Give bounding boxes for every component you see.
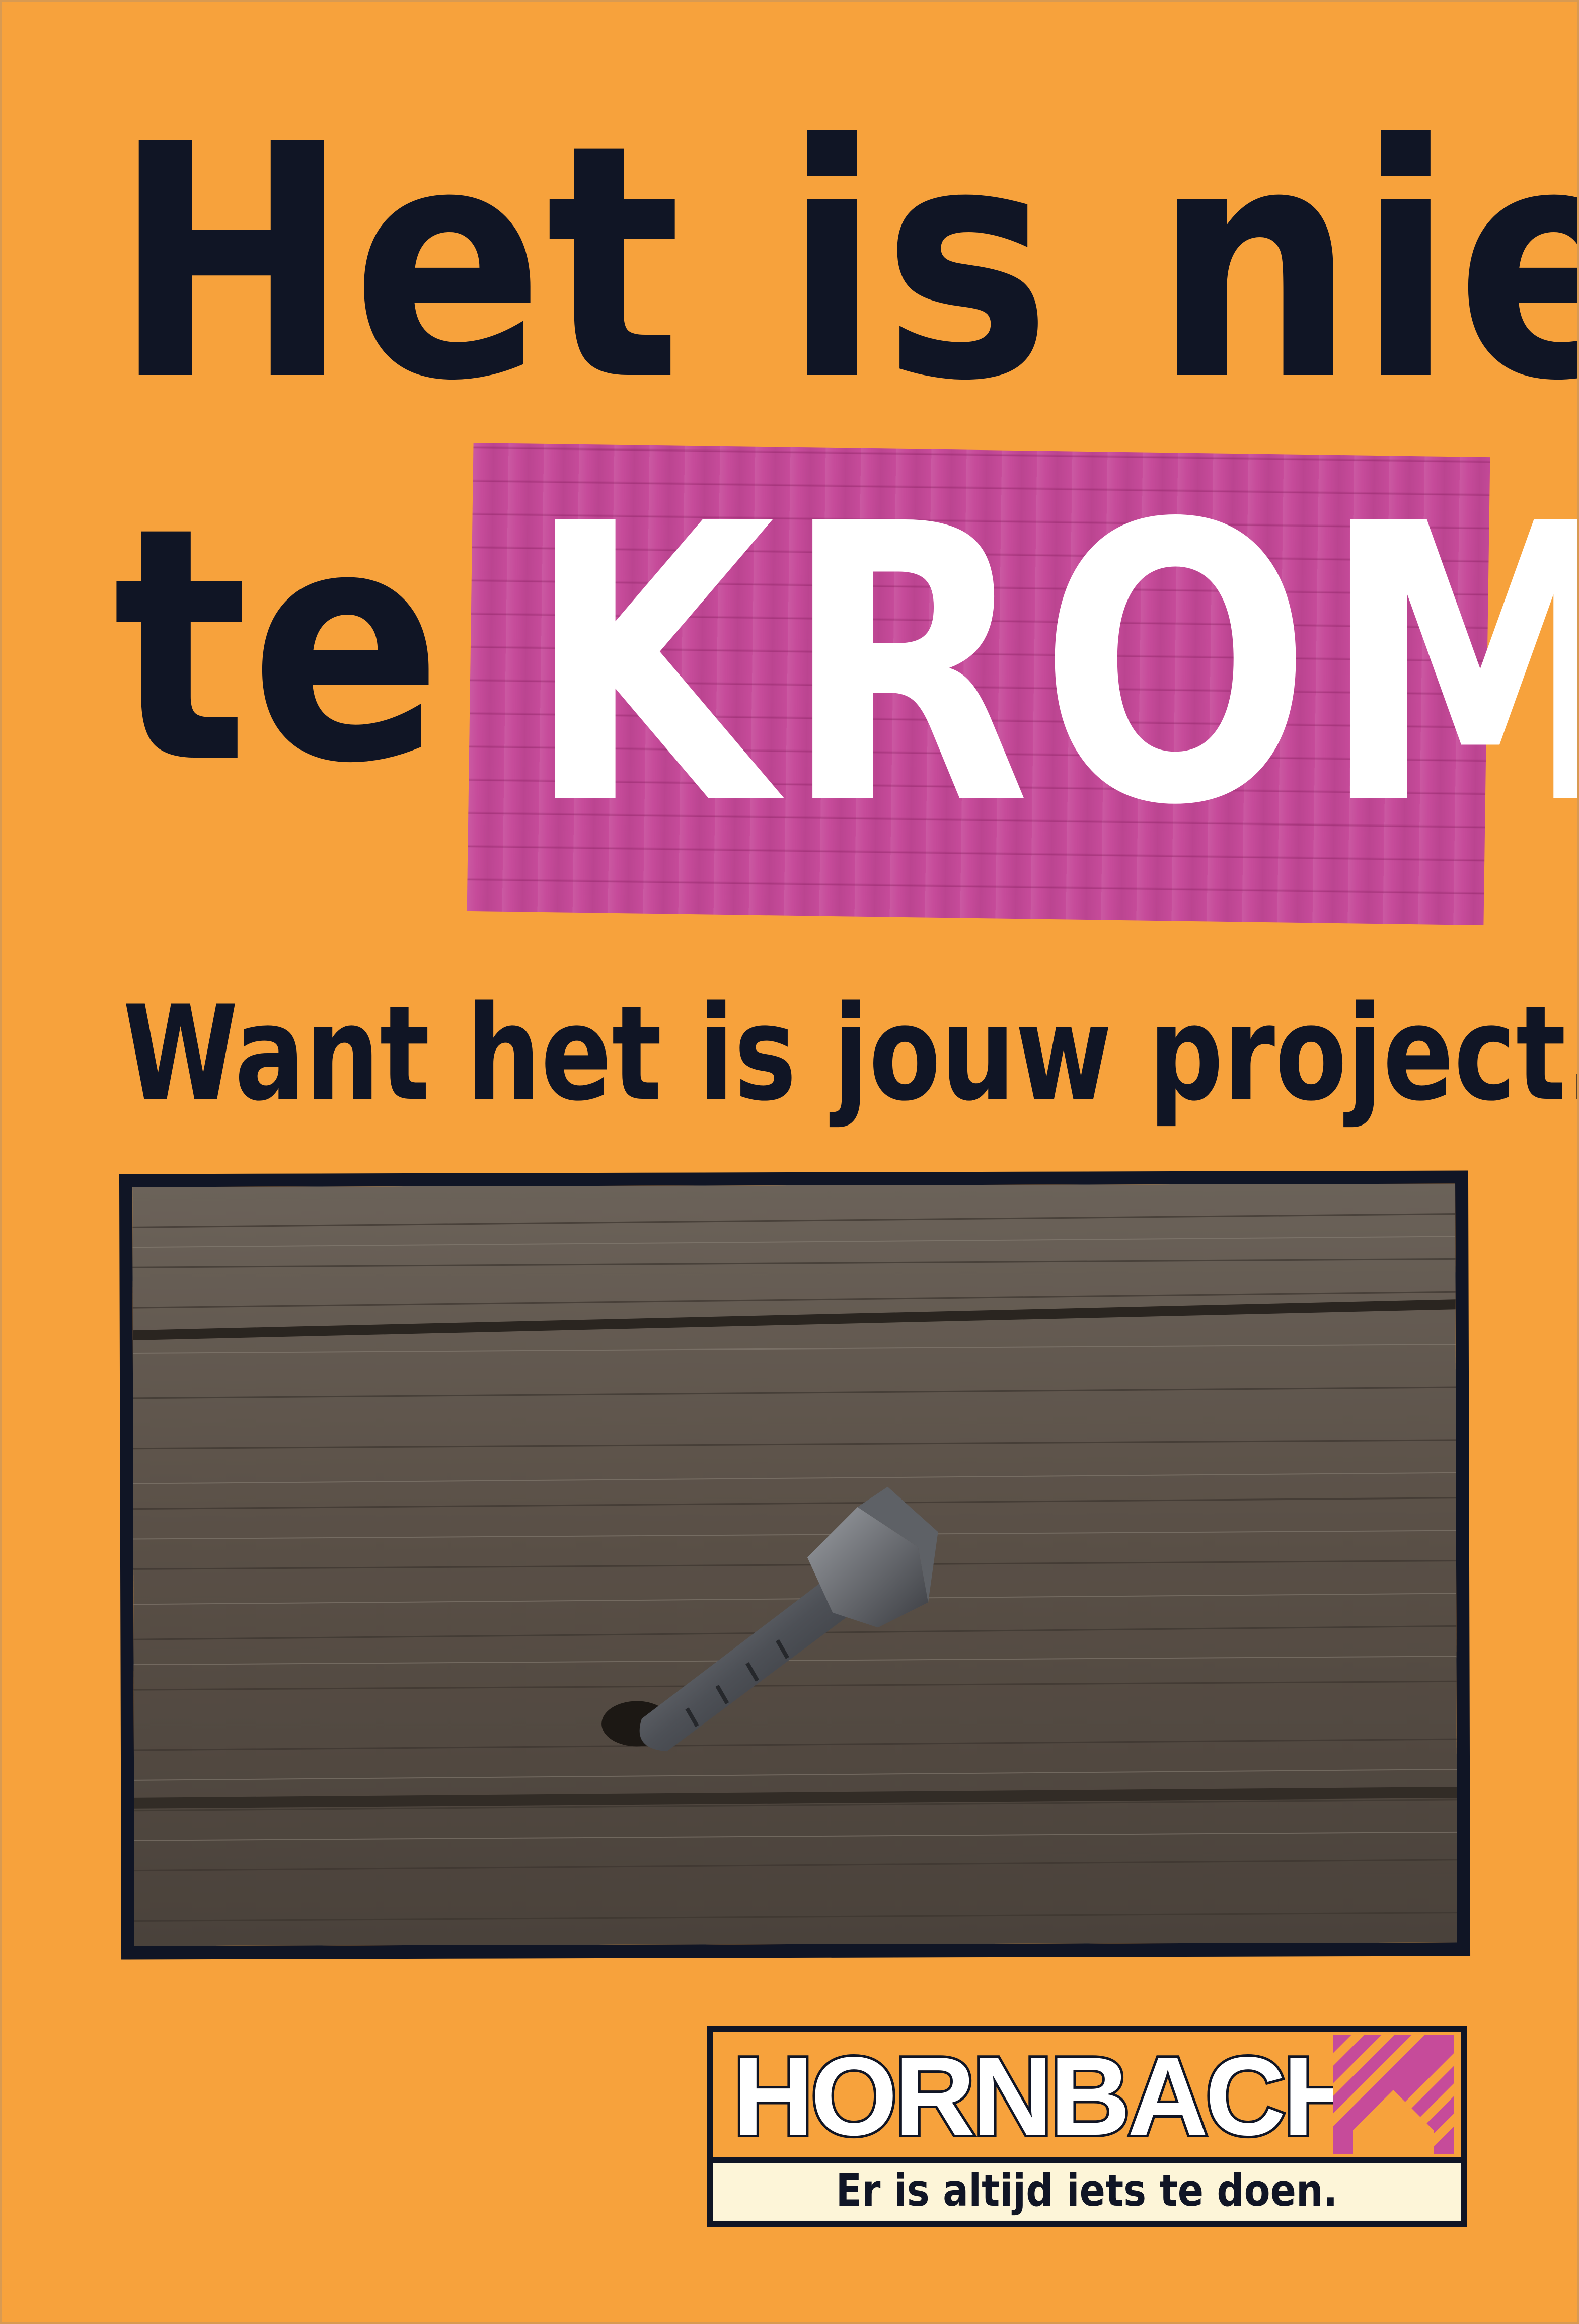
headline-highlight-word: KROM.	[525, 444, 1577, 889]
bent-nail-photo	[119, 1170, 1471, 1960]
brand-name: HORNBACH	[730, 2034, 1366, 2159]
headline-line-1: Het is niet	[113, 76, 1577, 451]
hornbach-house-icon	[1333, 2035, 1454, 2154]
logo-top-band: HORNBACH	[713, 2032, 1461, 2157]
tagline-box: Er is altijd iets te doen.	[713, 2163, 1461, 2221]
hornbach-logo: HORNBACH Er is altijd iets te doen.	[707, 2026, 1467, 2227]
headline-line-2-prefix: te	[113, 459, 444, 834]
brand-tagline: Er is altijd iets te doen.	[836, 2164, 1338, 2216]
bent-nail-in-wood-icon	[132, 1183, 1457, 1946]
subline: Want het is jouw project.	[123, 978, 1579, 1130]
poster: Het is niet te KROM. Want het is jouw pr…	[0, 0, 1579, 2324]
